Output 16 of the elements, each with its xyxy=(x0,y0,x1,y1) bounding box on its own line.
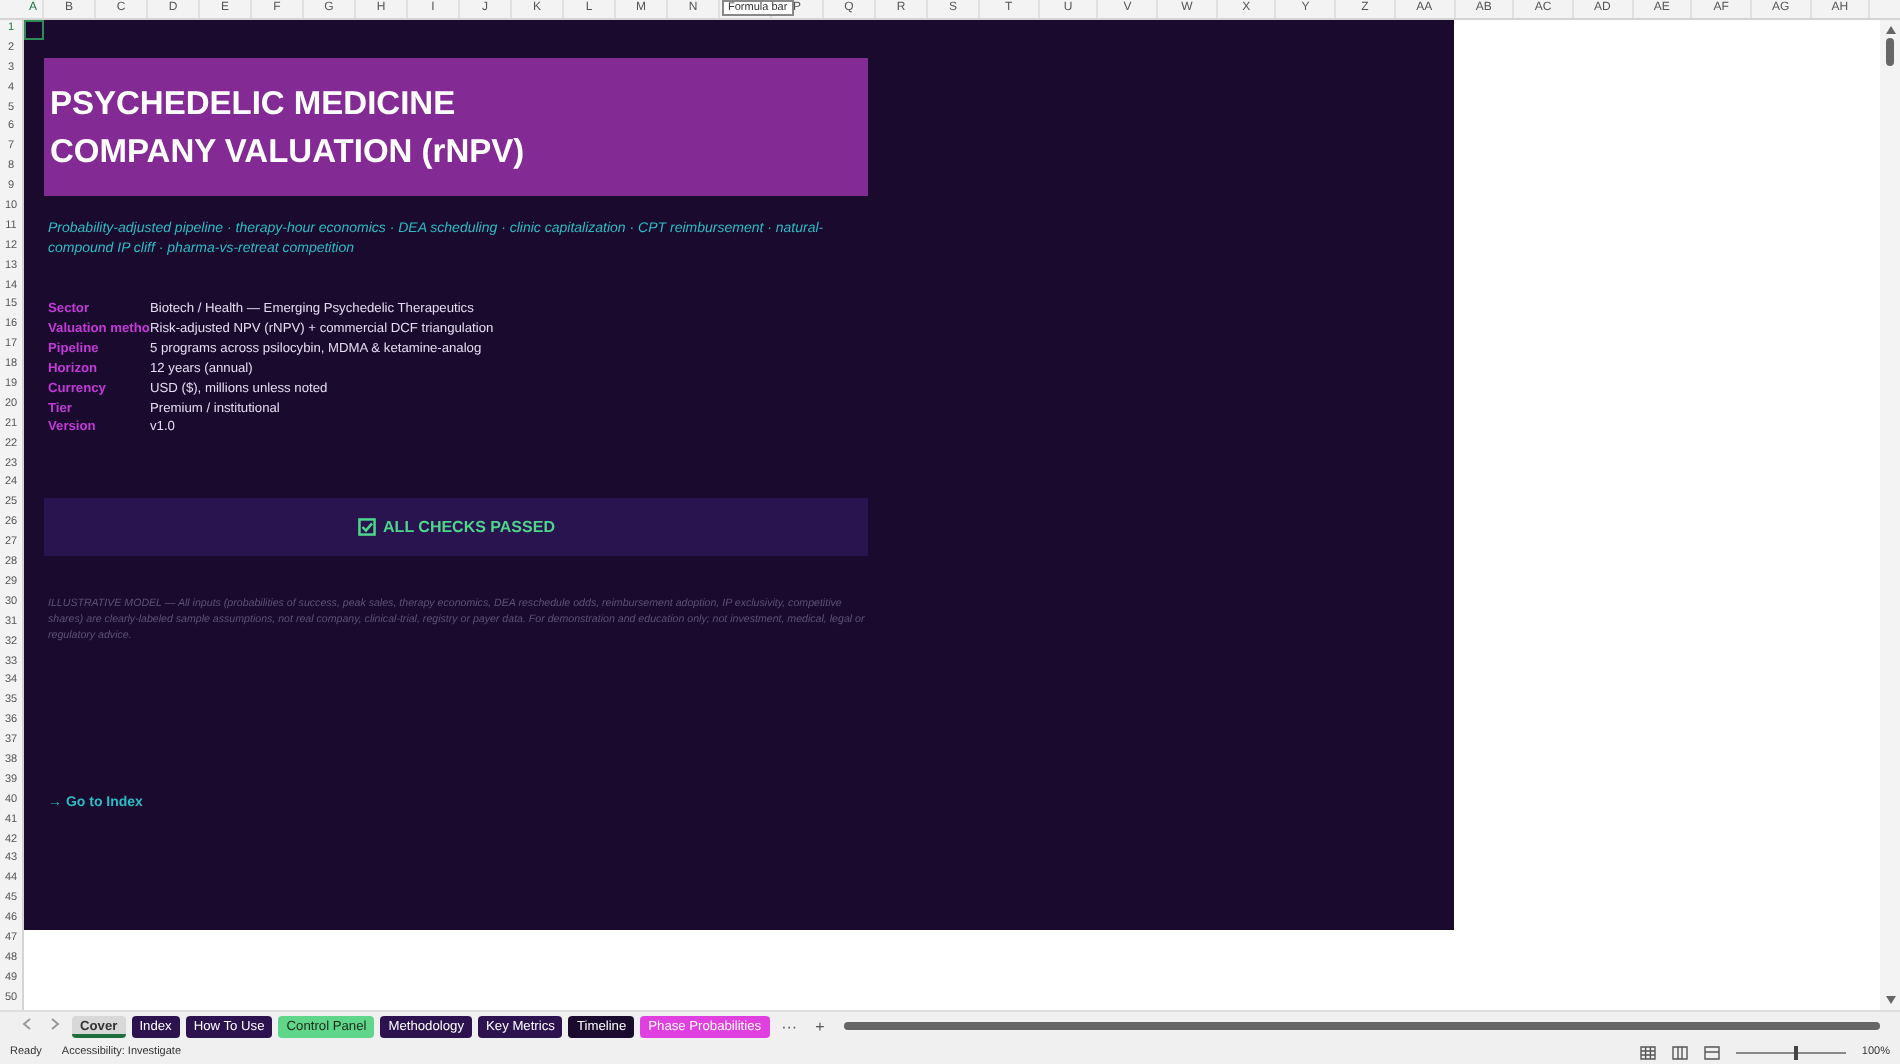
normal-view-icon[interactable] xyxy=(1639,1045,1656,1059)
horizontal-scrollbar[interactable] xyxy=(844,1018,1880,1034)
selected-cell[interactable] xyxy=(24,20,44,40)
scroll-thumb[interactable] xyxy=(844,1022,1880,1030)
title-text: PSYCHEDELIC MEDICINE xyxy=(50,83,458,125)
page-break-icon[interactable] xyxy=(1703,1045,1720,1059)
add-sheet-button[interactable]: + xyxy=(809,1017,831,1035)
vertical-scrollbar[interactable] xyxy=(1880,20,1900,1010)
more-sheets-button[interactable]: ··· xyxy=(775,1017,804,1035)
title-text: COMPANY VALUATION (rNPV) xyxy=(50,131,527,173)
zoom-slider-thumb[interactable] xyxy=(1794,1045,1799,1059)
check-status-text: ALL CHECKS PASSED xyxy=(383,518,555,537)
up-arrow-icon[interactable] xyxy=(1885,26,1895,34)
down-arrow-icon[interactable] xyxy=(1885,996,1895,1004)
scroll-thumb[interactable] xyxy=(1886,38,1894,66)
page-layout-icon[interactable] xyxy=(1671,1045,1688,1059)
